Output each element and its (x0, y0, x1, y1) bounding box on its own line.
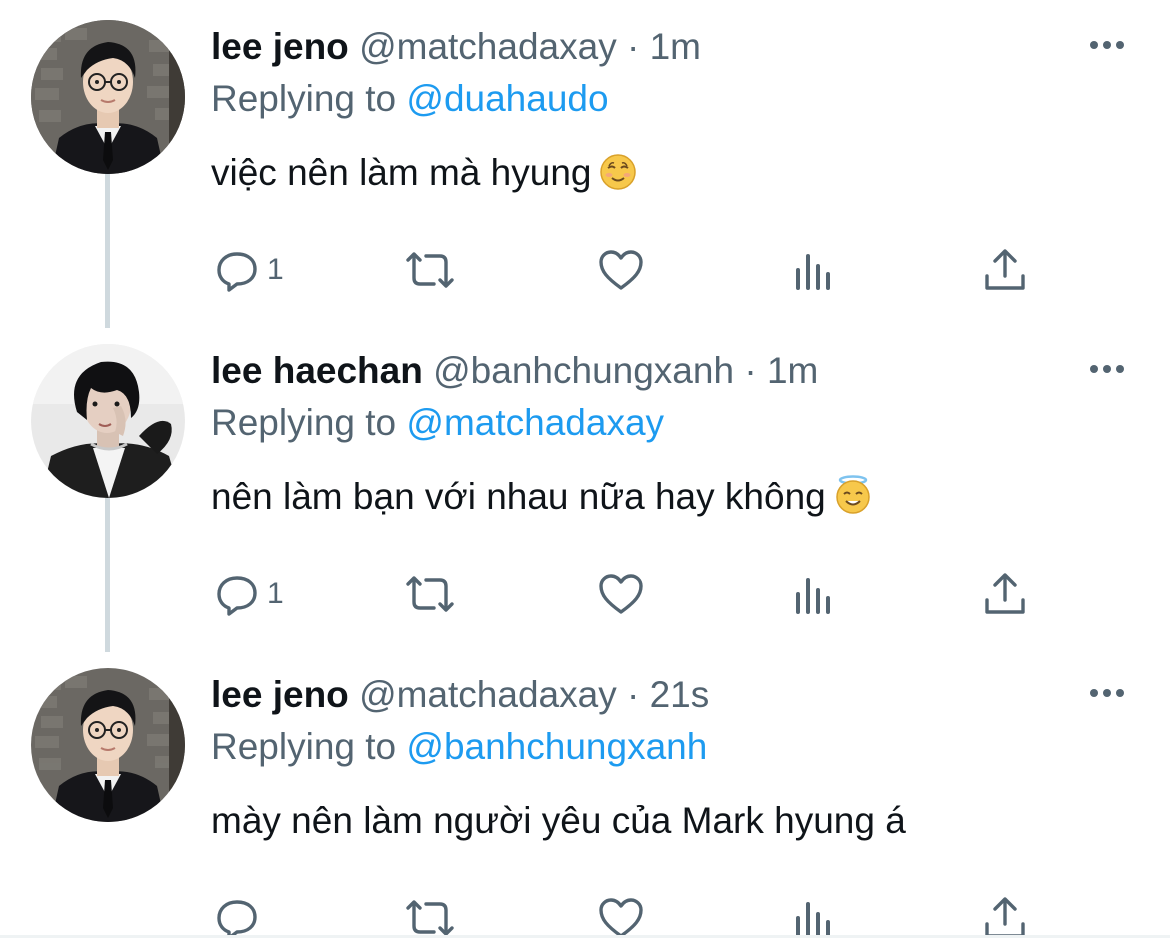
retweet-icon (402, 246, 458, 294)
timestamp[interactable]: 1m (767, 350, 818, 391)
retweet-button[interactable] (402, 242, 458, 298)
like-button[interactable] (597, 890, 645, 938)
reply-icon (213, 246, 261, 294)
like-button[interactable] (597, 566, 645, 622)
replying-to-handle[interactable]: @matchadaxay (406, 402, 664, 443)
like-icon (597, 570, 645, 618)
share-icon (982, 570, 1028, 618)
tweet-actions: 1 (0, 566, 1170, 626)
tweet-header: lee jeno @matchadaxay · 21s (211, 672, 709, 718)
smiling-face-with-halo-emoji (834, 475, 872, 514)
reply-button[interactable] (213, 890, 267, 938)
tweet-body: nên làm bạn với nhau nữa hay không (211, 476, 826, 517)
tweet-body: việc nên làm mà hyung (211, 152, 592, 193)
tweet-thread: lee jeno @matchadaxay · 1m Replying to @… (0, 0, 1170, 938)
retweet-button[interactable] (402, 890, 458, 938)
retweet-icon (402, 570, 458, 618)
display-name[interactable]: lee jeno (211, 26, 349, 67)
reply-icon (213, 570, 261, 618)
tweet[interactable]: lee jeno @matchadaxay · 21s Replying to … (0, 658, 1170, 938)
reply-count: 1 (267, 253, 284, 286)
tweet-body: mày nên làm người yêu của Mark hyung á (211, 800, 906, 841)
avatar-image (31, 20, 185, 174)
display-name[interactable]: lee haechan (211, 350, 423, 391)
replying-to-label: Replying to (211, 726, 397, 767)
retweet-button[interactable] (402, 566, 458, 622)
relieved-smiling-face-emoji (599, 153, 637, 191)
separator-dot: · (626, 674, 640, 715)
share-button[interactable] (982, 890, 1028, 938)
user-handle[interactable]: @banhchungxanh (433, 350, 734, 391)
reply-count: 1 (267, 577, 284, 610)
timestamp[interactable]: 21s (650, 674, 710, 715)
analytics-button[interactable] (792, 566, 836, 622)
replying-to-label: Replying to (211, 78, 397, 119)
avatar-image (31, 668, 185, 822)
user-handle[interactable]: @matchadaxay (359, 26, 617, 67)
tweet-actions: 1 (0, 242, 1170, 302)
avatar[interactable] (31, 20, 185, 174)
replying-to: Replying to @matchadaxay (211, 400, 664, 446)
reply-icon (213, 894, 261, 938)
tweet[interactable]: lee jeno @matchadaxay · 1m Replying to @… (0, 10, 1170, 335)
avatar[interactable] (31, 668, 185, 822)
reply-button[interactable]: 1 (213, 242, 284, 298)
tweet-header: lee jeno @matchadaxay · 1m (211, 24, 701, 70)
replying-to-handle[interactable]: @duahaudo (406, 78, 608, 119)
more-options-icon[interactable] (1086, 682, 1128, 704)
like-button[interactable] (597, 242, 645, 298)
separator-dot: · (744, 350, 757, 391)
tweet-header: lee haechan @banhchungxanh · 1m (211, 348, 818, 394)
share-icon (982, 894, 1028, 938)
reply-button[interactable]: 1 (213, 566, 284, 622)
more-options-icon[interactable] (1086, 34, 1128, 56)
replying-to-label: Replying to (211, 402, 397, 443)
share-button[interactable] (982, 242, 1028, 298)
tweet-text: nên làm bạn với nhau nữa hay không (211, 474, 872, 520)
analytics-icon (792, 894, 836, 938)
retweet-icon (402, 894, 458, 938)
analytics-icon (792, 246, 836, 294)
analytics-button[interactable] (792, 890, 836, 938)
replying-to: Replying to @banhchungxanh (211, 724, 707, 770)
tweet-actions (0, 890, 1170, 938)
avatar[interactable] (31, 344, 185, 498)
like-icon (597, 894, 645, 938)
tweet-text: việc nên làm mà hyung (211, 150, 637, 196)
separator-dot: · (626, 26, 640, 67)
replying-to: Replying to @duahaudo (211, 76, 609, 122)
display-name[interactable]: lee jeno (211, 674, 349, 715)
tweet[interactable]: lee haechan @banhchungxanh · 1m Replying… (0, 334, 1170, 659)
avatar-image (31, 344, 185, 498)
share-icon (982, 246, 1028, 294)
more-options-icon[interactable] (1086, 358, 1128, 380)
timestamp[interactable]: 1m (650, 26, 701, 67)
analytics-icon (792, 570, 836, 618)
replying-to-handle[interactable]: @banhchungxanh (406, 726, 707, 767)
user-handle[interactable]: @matchadaxay (359, 674, 617, 715)
share-button[interactable] (982, 566, 1028, 622)
analytics-button[interactable] (792, 242, 836, 298)
like-icon (597, 246, 645, 294)
tweet-text: mày nên làm người yêu của Mark hyung á (211, 798, 906, 844)
